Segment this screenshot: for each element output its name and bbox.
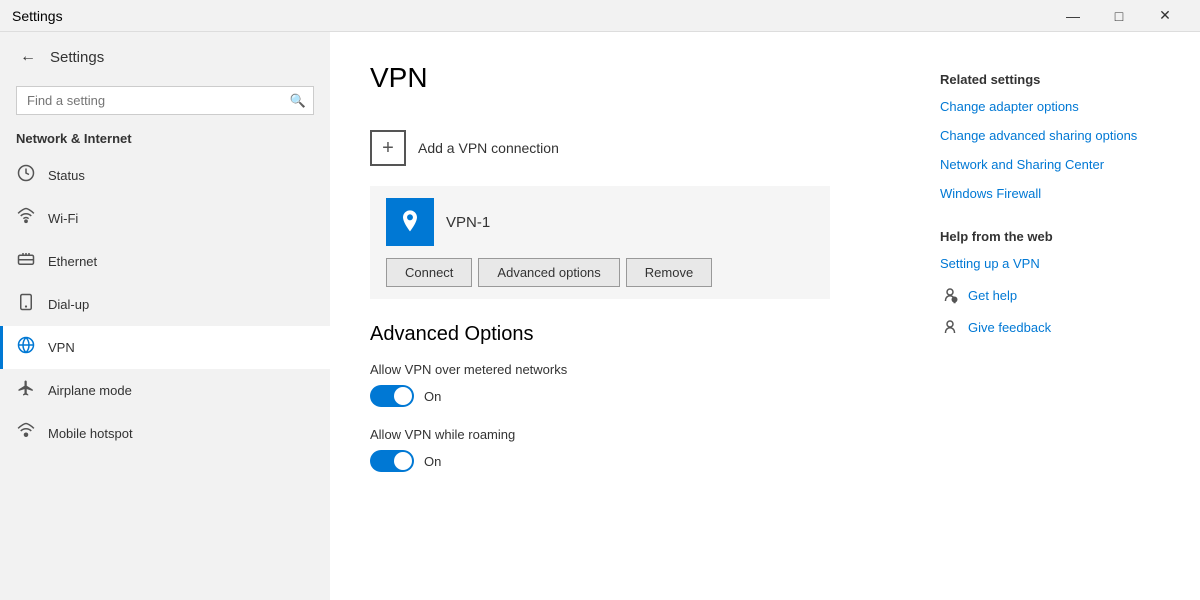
sidebar-item-label: Wi-Fi <box>48 211 78 226</box>
sidebar-app-title: Settings <box>50 49 104 66</box>
feedback-link[interactable]: Give feedback <box>968 320 1051 335</box>
main-content: VPN + Add a VPN connection VPN-1 Conn <box>330 32 1200 600</box>
vpn-entry: VPN-1 Connect Advanced options Remove <box>370 186 830 299</box>
sidebar-item-status[interactable]: Status <box>0 154 330 197</box>
sidebar: ← Settings 🔍 Network & Internet Status W… <box>0 32 330 600</box>
metered-state: On <box>424 389 441 404</box>
minimize-button[interactable]: — <box>1050 0 1096 32</box>
metered-toggle[interactable] <box>370 385 414 407</box>
sidebar-item-ethernet[interactable]: Ethernet <box>0 240 330 283</box>
sidebar-item-label: Ethernet <box>48 254 97 269</box>
sidebar-item-wifi[interactable]: Wi-Fi <box>0 197 330 240</box>
wifi-icon <box>16 207 36 230</box>
add-vpn-label: Add a VPN connection <box>418 140 559 156</box>
change-sharing-link[interactable]: Change advanced sharing options <box>940 128 1160 143</box>
sidebar-item-hotspot[interactable]: Mobile hotspot <box>0 412 330 455</box>
sidebar-item-vpn[interactable]: VPN <box>0 326 330 369</box>
advanced-options-button[interactable]: Advanced options <box>478 258 619 287</box>
get-help-icon: ? <box>940 285 960 305</box>
search-box: 🔍 <box>16 86 314 115</box>
roaming-toggle[interactable] <box>370 450 414 472</box>
content-area: VPN + Add a VPN connection VPN-1 Conn <box>370 62 900 570</box>
vpn-row: VPN-1 <box>386 198 814 246</box>
remove-button[interactable]: Remove <box>626 258 712 287</box>
help-title: Help from the web <box>940 229 1160 244</box>
firewall-link[interactable]: Windows Firewall <box>940 186 1160 201</box>
close-button[interactable]: ✕ <box>1142 0 1188 32</box>
sidebar-item-label: Dial-up <box>48 297 89 312</box>
roaming-label: Allow VPN while roaming <box>370 427 900 442</box>
vpn-sidebar-icon <box>16 336 36 359</box>
vpn-icon-box <box>386 198 434 246</box>
feedback-icon <box>940 317 960 337</box>
title-bar-title: Settings <box>12 8 63 24</box>
vpn-entry-icon <box>396 208 424 236</box>
ethernet-icon <box>16 250 36 273</box>
plus-icon: + <box>370 130 406 166</box>
vpn-buttons: Connect Advanced options Remove <box>386 258 814 287</box>
advanced-options-title: Advanced Options <box>370 323 900 346</box>
change-adapter-link[interactable]: Change adapter options <box>940 99 1160 114</box>
metered-option-row: Allow VPN over metered networks On <box>370 362 900 407</box>
get-help-link[interactable]: Get help <box>968 288 1017 303</box>
sidebar-item-label: Status <box>48 168 85 183</box>
right-panel: Related settings Change adapter options … <box>940 62 1160 570</box>
related-settings-title: Related settings <box>940 72 1160 87</box>
search-input[interactable] <box>16 86 314 115</box>
roaming-toggle-row: On <box>370 450 900 472</box>
metered-toggle-row: On <box>370 385 900 407</box>
roaming-option-row: Allow VPN while roaming On <box>370 427 900 472</box>
sidebar-header: ← Settings <box>0 32 330 82</box>
hotspot-icon <box>16 422 36 445</box>
title-bar: Settings — □ ✕ <box>0 0 1200 32</box>
app-body: ← Settings 🔍 Network & Internet Status W… <box>0 32 1200 600</box>
help-section: Help from the web Setting up a VPN ? Get… <box>940 229 1160 337</box>
connect-button[interactable]: Connect <box>386 258 472 287</box>
dialup-icon <box>16 293 36 316</box>
airplane-icon <box>16 379 36 402</box>
network-center-link[interactable]: Network and Sharing Center <box>940 157 1160 172</box>
get-help-item[interactable]: ? Get help <box>940 285 1160 305</box>
sidebar-section-title: Network & Internet <box>0 127 330 154</box>
back-button[interactable]: ← <box>16 44 40 70</box>
sidebar-item-label: Airplane mode <box>48 383 132 398</box>
maximize-button[interactable]: □ <box>1096 0 1142 32</box>
vpn-name: VPN-1 <box>446 214 490 231</box>
page-title: VPN <box>370 62 900 94</box>
feedback-item[interactable]: Give feedback <box>940 317 1160 337</box>
status-icon <box>16 164 36 187</box>
sidebar-item-label: Mobile hotspot <box>48 426 133 441</box>
search-icon: 🔍 <box>290 93 306 109</box>
sidebar-item-dialup[interactable]: Dial-up <box>0 283 330 326</box>
roaming-state: On <box>424 454 441 469</box>
add-vpn-button[interactable]: + Add a VPN connection <box>370 118 900 178</box>
title-bar-controls: — □ ✕ <box>1050 0 1188 32</box>
back-icon: ← <box>20 48 36 66</box>
metered-label: Allow VPN over metered networks <box>370 362 900 377</box>
sidebar-item-airplane[interactable]: Airplane mode <box>0 369 330 412</box>
title-bar-left: Settings <box>12 8 63 24</box>
sidebar-item-label: VPN <box>48 340 75 355</box>
setup-vpn-link[interactable]: Setting up a VPN <box>940 256 1160 271</box>
